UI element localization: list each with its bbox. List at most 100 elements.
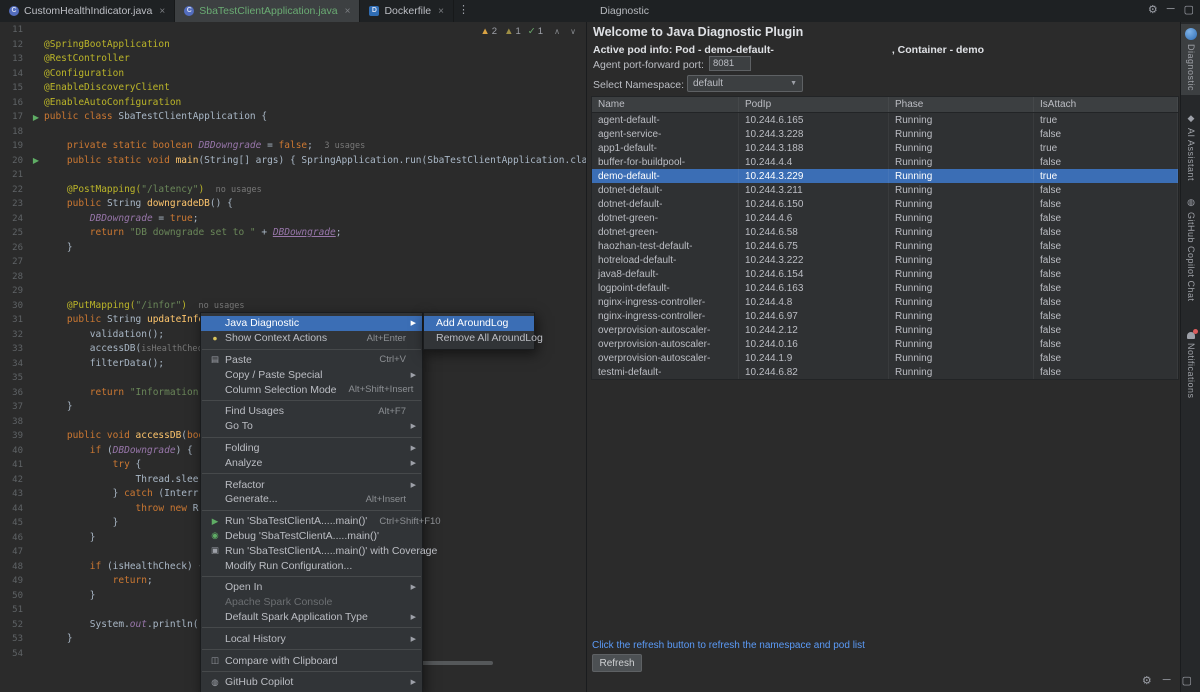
code-line[interactable]: 30 @PutMapping("/infor") no usages	[0, 299, 586, 314]
table-row[interactable]: overprovision-autoscaler-10.244.0.16Runn…	[592, 337, 1178, 351]
table-row[interactable]: agent-default-10.244.6.165Runningtrue	[592, 113, 1178, 127]
code-line[interactable]: 17▶public class SbaTestClientApplication…	[0, 110, 586, 125]
table-row[interactable]: nginx-ingress-controller-10.244.4.8Runni…	[592, 295, 1178, 309]
table-row[interactable]: dotnet-green-10.244.4.6Runningfalse	[592, 211, 1178, 225]
menu-item[interactable]: ●Show Context ActionsAlt+Enter	[201, 331, 422, 346]
menu-item[interactable]: Local History▶	[201, 631, 422, 646]
table-row[interactable]: app1-default-10.244.3.188Runningtrue	[592, 141, 1178, 155]
line-number[interactable]: 41	[0, 460, 28, 470]
code-line[interactable]: 23 public String downgradeDB() {	[0, 197, 586, 212]
stripe-item-diagnostic[interactable]: Diagnostic	[1181, 24, 1200, 95]
table-row[interactable]: haozhan-test-default-10.244.6.75Runningf…	[592, 239, 1178, 253]
code-line[interactable]: 27	[0, 255, 586, 270]
menu-item[interactable]: Java Diagnostic▶	[201, 316, 422, 331]
table-row[interactable]: logpoint-default-10.244.6.163Runningfals…	[592, 281, 1178, 295]
code-line[interactable]: 15@EnableDiscoveryClient	[0, 81, 586, 96]
editor-tab[interactable]: DDockerfile×	[360, 0, 454, 22]
line-number[interactable]: 14	[0, 69, 28, 79]
menu-item[interactable]: ▤PasteCtrl+V	[201, 353, 422, 368]
inspection-widget[interactable]: ▲2▲1✓1∧ ∨	[480, 26, 580, 37]
column-header[interactable]: Name	[592, 97, 739, 112]
hide-icon[interactable]: ─	[1167, 3, 1175, 16]
port-input[interactable]	[709, 56, 751, 71]
table-row[interactable]: dotnet-default-10.244.6.150Runningfalse	[592, 197, 1178, 211]
code-line[interactable]: 19 private static boolean DBDowngrade = …	[0, 139, 586, 154]
refresh-button[interactable]: Refresh	[592, 654, 642, 672]
menu-item[interactable]: Modify Run Configuration...	[201, 558, 422, 573]
line-number[interactable]: 46	[0, 533, 28, 543]
line-number[interactable]: 23	[0, 199, 28, 209]
prev-next-icons[interactable]: ∧ ∨	[554, 27, 580, 36]
line-number[interactable]: 15	[0, 83, 28, 93]
code-line[interactable]: 12@SpringBootApplication	[0, 38, 586, 53]
menu-item[interactable]: Go To▶	[201, 419, 422, 434]
code-line[interactable]: 29	[0, 284, 586, 299]
menu-item[interactable]: ▣Run 'SbaTestClientA.....main()' with Co…	[201, 543, 422, 558]
line-number[interactable]: 51	[0, 605, 28, 615]
code-line[interactable]: 26 }	[0, 241, 586, 256]
line-number[interactable]: 36	[0, 388, 28, 398]
run-gutter-icon[interactable]: ▶	[28, 156, 44, 165]
line-number[interactable]: 31	[0, 315, 28, 325]
line-number[interactable]: 52	[0, 620, 28, 630]
menu-item[interactable]: ◍GitHub Copilot▶	[201, 675, 422, 690]
column-header[interactable]: Phase	[889, 97, 1034, 112]
line-number[interactable]: 49	[0, 576, 28, 586]
line-number[interactable]: 35	[0, 373, 28, 383]
code-line[interactable]: 14@Configuration	[0, 67, 586, 82]
table-row[interactable]: dotnet-default-10.244.3.211Runningfalse	[592, 183, 1178, 197]
close-icon[interactable]: ×	[345, 6, 351, 17]
menu-item[interactable]: Column Selection ModeAlt+Shift+Insert	[201, 382, 422, 397]
run-gutter-icon[interactable]: ▶	[28, 113, 44, 122]
line-number[interactable]: 20	[0, 156, 28, 166]
submenu-item[interactable]: Remove All AroundLog	[424, 331, 534, 346]
code-line[interactable]: 24 DBDowngrade = true;	[0, 212, 586, 227]
line-number[interactable]: 29	[0, 286, 28, 296]
table-row[interactable]: demo-default-10.244.3.229Runningtrue	[592, 169, 1178, 183]
line-number[interactable]: 13	[0, 54, 28, 64]
editor-tab[interactable]: CCustomHealthIndicator.java×	[0, 0, 175, 22]
line-number[interactable]: 27	[0, 257, 28, 267]
namespace-dropdown[interactable]: default ▼	[687, 75, 803, 92]
line-number[interactable]: 38	[0, 417, 28, 427]
menu-item[interactable]: ▶Run 'SbaTestClientA.....main()'Ctrl+Shi…	[201, 514, 422, 529]
line-number[interactable]: 24	[0, 214, 28, 224]
gear-icon[interactable]: ⚙	[1148, 3, 1158, 16]
line-number[interactable]: 18	[0, 127, 28, 137]
column-header[interactable]: PodIp	[739, 97, 889, 112]
line-number[interactable]: 25	[0, 228, 28, 238]
code-line[interactable]: 16@EnableAutoConfiguration	[0, 96, 586, 111]
more-tabs-icon[interactable]: ⋮	[454, 0, 475, 22]
line-number[interactable]: 54	[0, 649, 28, 659]
stripe-item-notifications[interactable]: Notifications	[1181, 326, 1200, 399]
line-number[interactable]: 47	[0, 547, 28, 557]
menu-item[interactable]: Folding▶	[201, 441, 422, 456]
code-line[interactable]: 22 @PostMapping("/latency") no usages	[0, 183, 586, 198]
table-row[interactable]: nginx-ingress-controller-10.244.6.97Runn…	[592, 309, 1178, 323]
line-number[interactable]: 40	[0, 446, 28, 456]
code-line[interactable]: 20▶ public static void main(String[] arg…	[0, 154, 586, 169]
table-row[interactable]: agent-service-10.244.3.228Runningfalse	[592, 127, 1178, 141]
submenu-item[interactable]: Add AroundLog	[424, 316, 534, 331]
line-number[interactable]: 50	[0, 591, 28, 601]
restore-icon[interactable]: ▢	[1184, 3, 1194, 16]
line-number[interactable]: 16	[0, 98, 28, 108]
line-number[interactable]: 26	[0, 243, 28, 253]
line-number[interactable]: 33	[0, 344, 28, 354]
menu-item[interactable]: ◫Compare with Clipboard	[201, 653, 422, 668]
menu-item[interactable]: Generate...Alt+Insert	[201, 492, 422, 507]
menu-item[interactable]: Refactor▶	[201, 477, 422, 492]
line-number[interactable]: 37	[0, 402, 28, 412]
line-number[interactable]: 39	[0, 431, 28, 441]
line-number[interactable]: 45	[0, 518, 28, 528]
menu-item[interactable]: Analyze▶	[201, 455, 422, 470]
line-number[interactable]: 48	[0, 562, 28, 572]
line-number[interactable]: 12	[0, 40, 28, 50]
line-number[interactable]: 17	[0, 112, 28, 122]
menu-item[interactable]: ◉Debug 'SbaTestClientA.....main()'	[201, 529, 422, 544]
line-number[interactable]: 28	[0, 272, 28, 282]
table-row[interactable]: overprovision-autoscaler-10.244.2.12Runn…	[592, 323, 1178, 337]
code-line[interactable]: 25 return "DB downgrade set to " + DBDow…	[0, 226, 586, 241]
line-number[interactable]: 44	[0, 504, 28, 514]
table-row[interactable]: buffer-for-buildpool-10.244.4.4Runningfa…	[592, 155, 1178, 169]
